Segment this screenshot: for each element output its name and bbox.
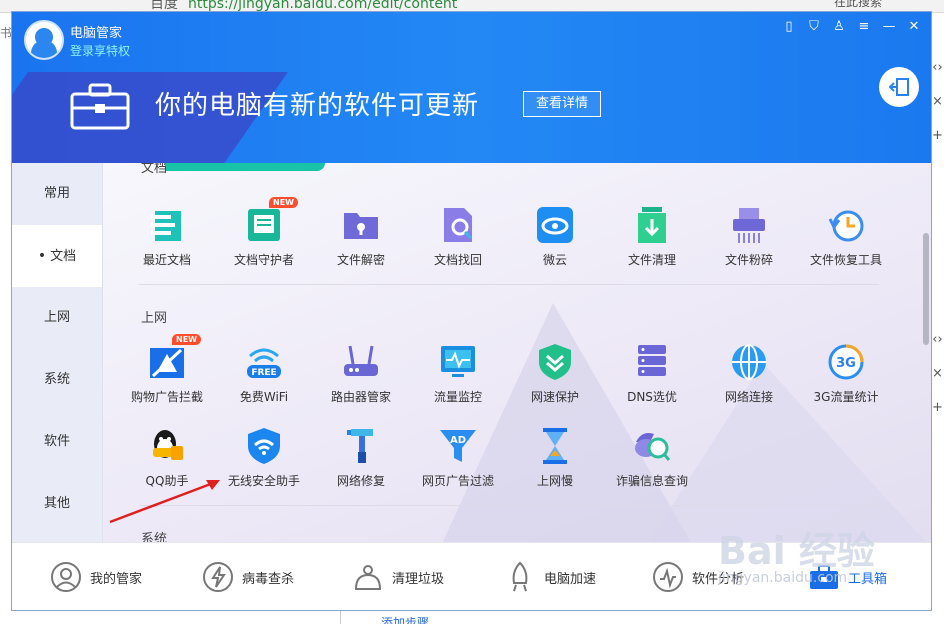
tool-fraud-query[interactable]: 诈骗信息查询 (604, 426, 700, 489)
sidebar-item-system[interactable]: 系统 (12, 349, 102, 411)
web-ad-filter-icon: AD (440, 430, 476, 462)
add-step-link[interactable]: 添加步骤 (381, 614, 429, 624)
browser-search-text[interactable]: 在此搜索 (834, 0, 882, 10)
bottom-clean-junk[interactable]: 清理垃圾 (352, 561, 444, 593)
dns-icon (638, 345, 666, 376)
sidebar-item-web[interactable]: 上网 (12, 287, 102, 349)
file-clean-icon (638, 207, 666, 243)
baidu-watermark-url: jingyan.baidu.com (718, 570, 848, 586)
browser-bottom-panel: 添加步骤 (340, 610, 561, 624)
shield-icon[interactable]: ⛉ (807, 20, 821, 34)
app-title: 电脑管家 (70, 26, 123, 41)
virus-scan-icon (203, 562, 233, 592)
network-icon (732, 344, 766, 380)
ad-block-icon (150, 348, 184, 378)
ad-badge: AD (450, 435, 466, 446)
wifi-security-icon (248, 428, 280, 464)
header-banner: 电脑管家 登录享特权 ▯ ⛉ ♙ ≡ — ✕ 你的电脑有新的软件可更新 查看详情 (12, 12, 931, 163)
section-divider (139, 284, 879, 285)
category-sidebar: 常用 • 文档 上网 系统 软件 其他 (12, 163, 103, 542)
tool-recent-docs[interactable]: 最近文档 (119, 205, 215, 268)
section-title-system: 系统 (141, 532, 168, 542)
baidu-watermark: Bai 经验 (718, 529, 875, 573)
phone-icon[interactable]: ▯ (782, 20, 796, 34)
tool-ad-block[interactable]: NEW 购物广告拦截 (119, 334, 215, 405)
speed-protect-icon (539, 344, 571, 380)
new-badge: NEW (269, 197, 298, 208)
file-restore-icon (828, 210, 864, 242)
exit-icon (889, 78, 909, 96)
view-details-button[interactable]: 查看详情 (523, 91, 602, 117)
free-badge: FREE (251, 368, 276, 378)
new-badge: NEW (172, 334, 201, 345)
doc-recover-icon (444, 208, 473, 242)
clean-junk-icon (354, 565, 382, 590)
bottom-virus-scan[interactable]: 病毒查杀 (202, 561, 294, 593)
section-badge (165, 163, 325, 171)
tool-speed-protect[interactable]: 网速保护 (507, 342, 603, 405)
bottom-my-manager[interactable]: 我的管家 (50, 561, 142, 593)
tool-slow-net[interactable]: 上网慢 (507, 426, 603, 489)
tool-3g[interactable]: 3G 3G流量统计 (798, 342, 894, 405)
sidebar-item-other[interactable]: 其他 (12, 473, 102, 535)
recent-docs-icon (151, 211, 181, 241)
tool-file-shred[interactable]: 文件粉碎 (701, 205, 797, 268)
content-scrollbar[interactable] (923, 233, 929, 345)
weiyun-icon (537, 207, 573, 243)
section-title-web: 上网 (141, 311, 168, 326)
file-shred-icon (733, 208, 765, 243)
tool-traffic-monitor[interactable]: 流量监控 (410, 342, 506, 405)
sidebar-item-software[interactable]: 软件 (12, 411, 102, 473)
tool-file-decrypt[interactable]: 文件解密 (313, 205, 409, 268)
minimize-icon[interactable]: — (882, 20, 896, 34)
window-controls: ▯ ⛉ ♙ ≡ — ✕ (782, 20, 921, 34)
banner-title: 你的电脑有新的软件可更新 (155, 91, 480, 121)
file-decrypt-icon (344, 213, 378, 239)
traffic-monitor-icon (441, 346, 475, 377)
doc-guard-icon (248, 209, 280, 241)
section-title-docs: 文档 (141, 163, 168, 176)
tool-free-wifi[interactable]: FREE 免费WiFi (216, 342, 312, 405)
tool-network-repair[interactable]: 网络修复 (313, 426, 409, 489)
qq-icon (153, 430, 183, 460)
menu-icon[interactable]: ≡ (857, 20, 871, 34)
tool-web-ad-filter[interactable]: AD 网页广告过滤 (410, 426, 506, 489)
tool-file-clean[interactable]: 文件清理 (604, 205, 700, 268)
network-repair-icon (347, 429, 373, 463)
software-analysis-icon (653, 562, 683, 592)
free-wifi-icon: FREE (247, 348, 281, 378)
shirt-icon[interactable]: ♙ (832, 20, 846, 34)
tool-router[interactable]: 路由器管家 (313, 342, 409, 405)
login-link[interactable]: 登录享特权 (70, 42, 130, 59)
tool-network[interactable]: 网络连接 (701, 342, 797, 405)
3g-icon: 3G (828, 344, 864, 380)
sidebar-item-common[interactable]: 常用 (12, 163, 102, 225)
bottom-speedup[interactable]: 电脑加速 (504, 561, 596, 593)
close-icon[interactable]: ✕ (907, 20, 921, 34)
exit-banner-button[interactable] (879, 67, 919, 107)
tool-doc-guard[interactable]: NEW 文档守护者 (216, 197, 312, 268)
toolbox-banner-icon (70, 83, 130, 130)
tool-file-restore[interactable]: 文件恢复工具 (798, 205, 894, 268)
tool-doc-recover[interactable]: 文档找回 (410, 205, 506, 268)
router-icon (344, 345, 378, 376)
sidebar-item-docs[interactable]: • 文档 (12, 225, 102, 287)
section-divider (139, 505, 879, 506)
annotation-arrow (109, 480, 220, 524)
speedup-icon (512, 561, 528, 592)
slow-net-icon (543, 428, 567, 464)
my-manager-icon (51, 562, 81, 592)
tool-weiyun[interactable]: 微云 (507, 205, 603, 268)
tool-dns[interactable]: DNS选优 (604, 342, 700, 405)
avatar[interactable] (24, 20, 64, 60)
3g-badge: 3G (836, 356, 856, 371)
fraud-query-icon (635, 433, 671, 461)
browser-right-edge: ‹› × + ‹› × + (931, 60, 944, 500)
